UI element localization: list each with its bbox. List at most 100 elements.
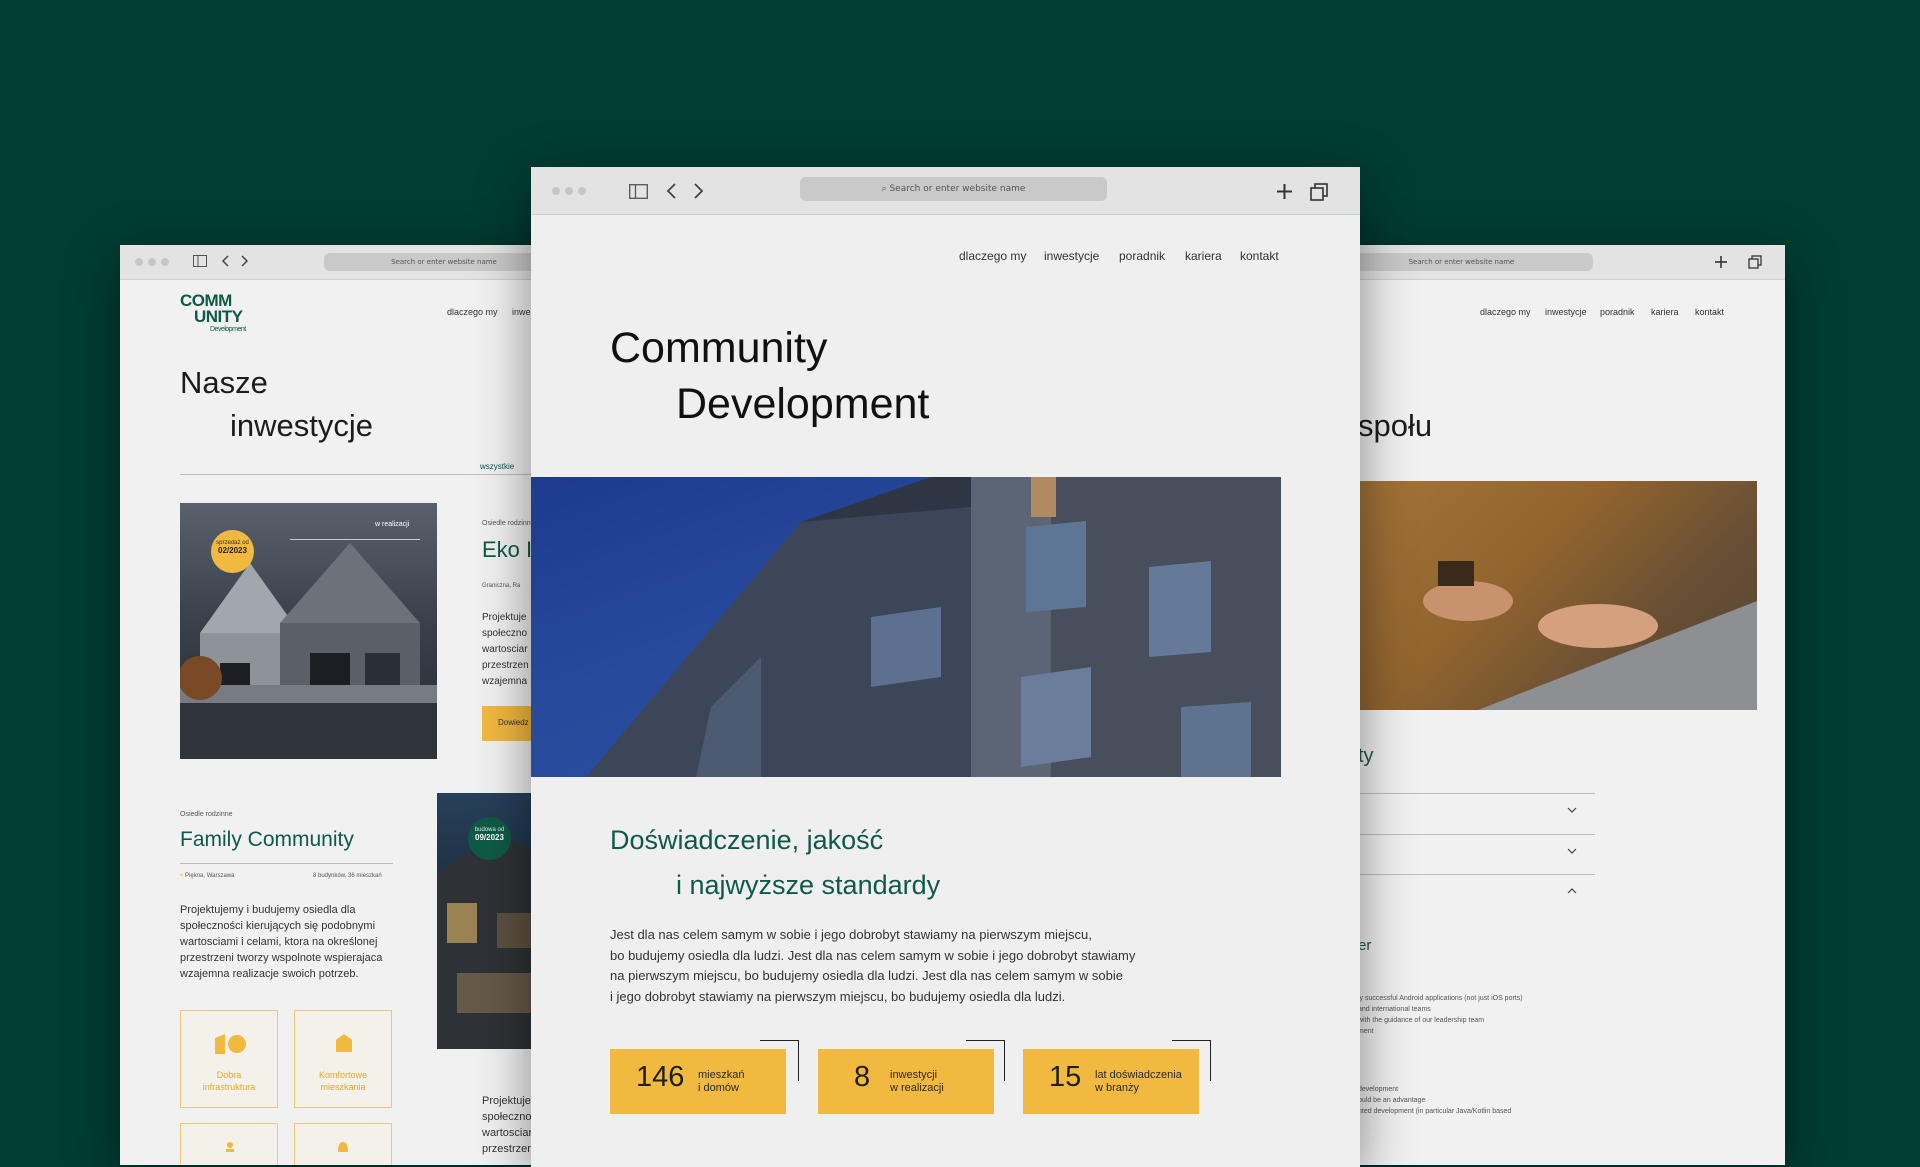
divider	[1358, 834, 1595, 835]
desc-line: Projektujemy i budujemy osiedla dla	[180, 904, 356, 916]
paragraph-line: bo budujemy osiedla dla ludzi. Jest dla …	[610, 947, 1136, 963]
status-label: w realizacji	[375, 521, 410, 528]
new-tab-icon[interactable]	[1714, 255, 1728, 269]
stat-tile-experience: 15 lat doświadczenia w branży	[1023, 1049, 1199, 1114]
investment-image-eko[interactable]: sprzedaż od 02/2023 w realizacji	[180, 503, 437, 759]
construction-date-badge: budowa od 09/2023	[468, 817, 511, 860]
card-address: ⌖ Piękna, Warszawa	[180, 873, 235, 880]
feature-tile	[180, 1123, 278, 1165]
back-icon[interactable]	[221, 255, 229, 267]
feature-tile-apartments: Komfortowe mieszkania	[294, 1010, 392, 1108]
browser-window-investments: Search or enter website name COMM UNITY …	[120, 245, 560, 1165]
feature-tile	[294, 1123, 392, 1165]
hero-building-photo	[531, 477, 1281, 777]
window-dot[interactable]	[578, 187, 586, 195]
card-description: Projektuje społeczno wartosciar przestrz…	[482, 610, 529, 690]
card-title-eko[interactable]: Eko I	[482, 537, 532, 563]
address-bar-placeholder: Search or enter website name	[391, 258, 497, 266]
nav-link-guide[interactable]: poradnik	[1600, 307, 1635, 317]
divider	[180, 863, 393, 864]
sidebar-toggle-icon[interactable]	[629, 184, 648, 199]
divider	[1358, 793, 1595, 794]
bell-icon	[336, 1142, 350, 1152]
nav-link-why-us[interactable]: dlaczego my	[447, 307, 498, 317]
nav-link-career[interactable]: kariera	[1185, 249, 1222, 263]
desc-line: społeczno	[482, 628, 528, 639]
laptop-hands-illustration	[1358, 481, 1757, 710]
divider	[1358, 874, 1595, 875]
stat-label-line: w realizacji	[890, 1082, 944, 1094]
stat-label-line: i domów	[698, 1082, 739, 1094]
address-bar[interactable]: Search or enter website name	[324, 253, 560, 271]
list-item: with the guidance of our leadership team	[1358, 1017, 1485, 1024]
window-dot[interactable]	[148, 258, 156, 266]
filter-tab-all[interactable]: wszystkie	[480, 462, 514, 471]
accordion-chevron-down-icon[interactable]	[1567, 848, 1577, 854]
nav-link-contact[interactable]: kontakt	[1240, 249, 1279, 263]
address-bar[interactable]: ⌕ Search or enter website name	[800, 177, 1107, 201]
nav-link-investments[interactable]: inwestycje	[1545, 307, 1587, 317]
new-tab-icon[interactable]	[1276, 183, 1293, 200]
forward-icon[interactable]	[694, 183, 704, 199]
sale-date-badge: sprzedaż od 02/2023	[211, 530, 254, 573]
card-category: Osiedle rodzinne	[180, 811, 233, 818]
section-title-fragment: ty	[1358, 745, 1374, 767]
address-text: Piękna, Warszawa	[185, 873, 235, 879]
stat-value: 8	[854, 1061, 871, 1093]
feature-label-line: infrastruktura	[202, 1082, 256, 1092]
paragraph-line: na pierwszym miejscu, bo budujemy osiedl…	[610, 968, 1123, 983]
page-title-line-1: Nasze	[180, 365, 268, 400]
back-icon[interactable]	[666, 183, 676, 199]
stat-label: mieszkań i domów	[698, 1069, 744, 1095]
person-icon	[225, 1142, 235, 1152]
browser-toolbar: Search or enter website name	[1330, 245, 1785, 280]
card-description: Projektujemy i budujemy osiedla dla społ…	[180, 902, 382, 982]
window-dot[interactable]	[565, 187, 573, 195]
nav-link-career[interactable]: kariera	[1651, 307, 1679, 317]
accordion-chevron-down-icon[interactable]	[1567, 807, 1577, 813]
nav-link-contact[interactable]: kontakt	[1695, 307, 1724, 317]
browser-toolbar: Search or enter website name	[120, 245, 560, 280]
building-illustration	[586, 477, 1281, 777]
desc-line: społeczno	[482, 1111, 532, 1123]
page-title-fragment: społu	[1358, 408, 1433, 443]
tabs-overview-icon[interactable]	[1310, 183, 1328, 201]
window-dot[interactable]	[135, 258, 143, 266]
address-bar[interactable]: Search or enter website name	[1330, 253, 1593, 271]
desc-line: Projektuje	[482, 1095, 531, 1107]
nav-link-investments[interactable]: inwe	[512, 307, 531, 317]
window-dot[interactable]	[552, 187, 560, 195]
feature-tile-infrastructure: Dobra infrastruktura	[180, 1010, 278, 1108]
list-item: nted development (in particular Java/Kot…	[1358, 1108, 1512, 1115]
stat-value: 15	[1049, 1061, 1082, 1093]
card-title-family-community[interactable]: Family Community	[180, 828, 354, 852]
nav-link-why-us[interactable]: dlaczego my	[959, 249, 1026, 263]
stat-label-line: lat doświadczenia	[1095, 1069, 1182, 1081]
accordion-chevron-up-icon[interactable]	[1567, 888, 1577, 894]
card-description: Projektuje społeczno wartosciar przestrz…	[482, 1093, 533, 1157]
logo-subtitle: Development	[210, 326, 246, 333]
home-icon	[336, 1034, 352, 1052]
window-dot[interactable]	[161, 258, 169, 266]
hero-title-line-1: Community	[610, 324, 828, 372]
desc-line: wzajemna realizacje swoich potrzeb.	[180, 968, 359, 980]
desc-line: wzajemna	[482, 676, 528, 687]
section-heading-line-1: Doświadczenie, jakość	[610, 825, 884, 855]
stat-tile-apartments: 146 mieszkań i domów	[610, 1049, 786, 1114]
desc-line: wartosciami i celami, ktora na określone…	[180, 936, 378, 948]
sidebar-toggle-icon[interactable]	[193, 255, 207, 267]
tabs-overview-icon[interactable]	[1748, 255, 1762, 269]
requirements-list: ly successful Android applications (not …	[1358, 993, 1523, 1037]
stat-tile-investments: 8 inwestycji w realizacji	[818, 1049, 994, 1114]
desc-line: przestrzen	[482, 660, 529, 671]
list-item: ment	[1358, 1028, 1374, 1035]
desc-line: wartosciar	[482, 644, 528, 655]
nav-link-investments[interactable]: inwestycje	[1044, 249, 1099, 263]
forward-icon[interactable]	[241, 255, 249, 267]
brand-logo[interactable]: COMM UNITY Development	[180, 292, 246, 334]
divider	[180, 474, 560, 475]
nav-link-guide[interactable]: poradnik	[1119, 249, 1165, 263]
address-bar-placeholder: Search or enter website name	[889, 184, 1026, 194]
stat-label: lat doświadczenia w branży	[1095, 1069, 1182, 1095]
nav-link-why-us[interactable]: dlaczego my	[1480, 307, 1531, 317]
